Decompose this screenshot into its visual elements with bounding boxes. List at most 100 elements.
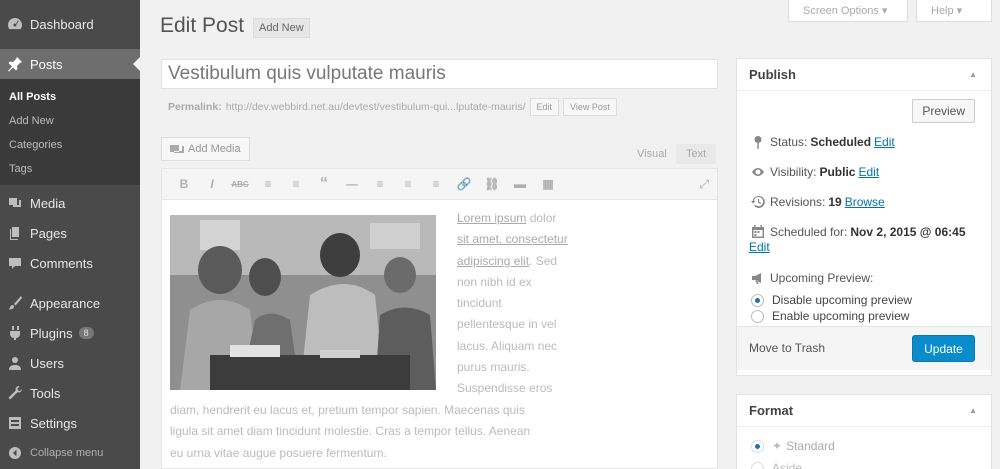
publish-box-footer: Move to Trash Update xyxy=(737,326,991,370)
editor-content[interactable]: Lorem ipsum dolor sit amet, consectetur … xyxy=(161,200,718,469)
disable-upcoming-radio[interactable]: Disable upcoming preview xyxy=(751,293,912,307)
post-body-full-text: diam, hendrerit eu lacus et, pretium tem… xyxy=(170,400,530,464)
post-body-side-text: Lorem ipsum dolor sit amet, consectetur … xyxy=(457,208,568,400)
insert-link-button[interactable]: 🔗 xyxy=(450,177,478,191)
permalink-label: Permalink: xyxy=(168,101,222,113)
horizontal-line-button[interactable]: — xyxy=(338,177,366,191)
posts-submenu: All Posts Add New Categories Tags xyxy=(0,79,140,185)
align-center-button[interactable]: ≡ xyxy=(394,177,422,191)
wrench-icon xyxy=(6,384,24,402)
admin-sidebar: Dashboard Posts All Posts Add New Catego… xyxy=(0,0,140,469)
plugin-icon xyxy=(6,324,24,342)
sidebar-item-media[interactable]: Media xyxy=(0,188,140,218)
submenu-add-new[interactable]: Add New xyxy=(0,109,140,133)
numbered-list-button[interactable]: ≡ xyxy=(282,177,310,191)
align-left-button[interactable]: ≡ xyxy=(366,177,394,191)
align-right-button[interactable]: ≡ xyxy=(422,177,450,191)
history-icon xyxy=(749,195,767,209)
publish-box-header[interactable]: Publish ▲ xyxy=(737,59,991,91)
collapse-menu-button[interactable]: Collapse menu xyxy=(0,438,140,468)
submenu-categories[interactable]: Categories xyxy=(0,133,140,157)
settings-icon xyxy=(6,414,24,432)
sidebar-item-label: Posts xyxy=(30,56,63,72)
browse-revisions-link[interactable]: Browse xyxy=(845,195,885,209)
preview-button[interactable]: Preview xyxy=(912,99,975,123)
side-line-0: Lorem ipsum dolor xyxy=(457,211,557,225)
scheduled-date: Nov 2, 2015 @ 06:45 xyxy=(850,225,966,239)
radio-unselected[interactable] xyxy=(751,461,764,469)
sidebar-item-settings[interactable]: Settings xyxy=(0,408,140,438)
tab-visual[interactable]: Visual xyxy=(630,144,674,164)
sidebar-item-tools[interactable]: Tools xyxy=(0,378,140,408)
sidebar-item-label: Comments xyxy=(30,255,93,271)
move-to-trash-link[interactable]: Move to Trash xyxy=(749,341,825,355)
plugins-update-badge: 8 xyxy=(78,327,94,339)
side-line-6: lacus. Aliquam nec xyxy=(457,338,558,353)
collapse-menu-label: Collapse menu xyxy=(30,447,104,459)
blockquote-button[interactable]: “ xyxy=(310,175,338,193)
italic-button[interactable]: I xyxy=(198,177,226,191)
sidebar-item-comments[interactable]: Comments xyxy=(0,248,140,278)
permalink-row: Permalink: http://dev.webbird.net.au/dev… xyxy=(168,98,617,116)
post-image[interactable] xyxy=(170,215,436,390)
publish-box: Publish ▲ Preview Status: Scheduled Edit… xyxy=(736,58,992,376)
sidebar-item-pages[interactable]: Pages xyxy=(0,218,140,248)
toolbar-toggle-button[interactable]: ▦ xyxy=(534,177,562,191)
paintbrush-icon xyxy=(6,294,24,312)
submenu-all-posts[interactable]: All Posts xyxy=(0,85,140,109)
screen-options-button[interactable]: Screen Options ▾ xyxy=(788,0,908,22)
radio-selected[interactable] xyxy=(751,293,764,307)
sidebar-item-label: Appearance xyxy=(30,295,101,311)
format-aside-radio[interactable]: Aside xyxy=(751,461,802,469)
megaphone-icon xyxy=(749,271,767,285)
permalink-url[interactable]: http://dev.webbird.net.au/devtest/vestib… xyxy=(226,101,526,113)
sidebar-item-label: Tools xyxy=(30,385,61,401)
post-title-input[interactable]: Vestibulum quis vulputate mauris xyxy=(161,59,718,89)
sidebar-item-posts[interactable]: Posts xyxy=(0,49,140,79)
pin-icon: ✦ xyxy=(772,439,783,453)
update-button[interactable]: Update xyxy=(912,335,975,362)
sidebar-item-label: Pages xyxy=(30,225,67,241)
side-line-5: pellentesque in vel xyxy=(457,317,557,332)
media-icon xyxy=(6,194,24,212)
users-icon xyxy=(6,354,24,372)
read-more-button[interactable]: ▬ xyxy=(506,177,534,191)
add-media-icon xyxy=(170,145,184,153)
sidebar-item-appearance[interactable]: Appearance xyxy=(0,288,140,318)
sidebar-item-dashboard[interactable]: Dashboard xyxy=(0,9,140,39)
upcoming-preview-row: Upcoming Preview: xyxy=(749,271,873,285)
pin-icon xyxy=(6,55,24,73)
enable-upcoming-radio[interactable]: Enable upcoming preview xyxy=(751,309,909,323)
add-new-button[interactable]: Add New xyxy=(253,18,310,38)
radio-selected[interactable] xyxy=(751,439,764,453)
fullscreen-icon[interactable]: ⤢ xyxy=(699,177,709,192)
view-post-button[interactable]: View Post xyxy=(563,98,617,116)
tab-text[interactable]: Text xyxy=(676,144,717,164)
visibility-value: Public xyxy=(819,165,856,179)
format-box-header[interactable]: Format ▲ xyxy=(737,395,991,427)
status-row: Status: Scheduled Edit xyxy=(749,135,895,149)
status-edit-link[interactable]: Edit xyxy=(874,135,895,149)
sidebar-item-users[interactable]: Users xyxy=(0,348,140,378)
schedule-edit-link[interactable]: Edit xyxy=(749,240,984,254)
sidebar-item-plugins[interactable]: Plugins 8 xyxy=(0,318,140,348)
permalink-edit-button[interactable]: Edit xyxy=(529,98,560,116)
help-button[interactable]: Help ▾ xyxy=(916,0,992,22)
pages-icon xyxy=(6,224,24,242)
strikethrough-button[interactable]: ABC xyxy=(226,180,254,189)
bullet-list-button[interactable]: ≡ xyxy=(254,177,282,191)
remove-link-button[interactable]: ⛓ xyxy=(478,177,506,191)
collapse-triangle-icon[interactable]: ▲ xyxy=(969,70,977,79)
radio-unselected[interactable] xyxy=(751,309,764,323)
collapse-arrow-icon xyxy=(6,444,24,462)
submenu-tags[interactable]: Tags xyxy=(0,157,140,181)
collapse-triangle-icon[interactable]: ▲ xyxy=(969,406,977,415)
side-line-1: sit amet, consectetur xyxy=(457,232,568,247)
full-line-1: ligula sit amet diam tincidunt molestie.… xyxy=(170,424,531,439)
eye-icon xyxy=(749,165,767,179)
bold-button[interactable]: B xyxy=(170,177,198,191)
format-standard-radio[interactable]: ✦ Standard xyxy=(751,439,835,453)
full-line-2: eu urna vitae augue posuere fermentum. xyxy=(170,445,387,460)
add-media-button[interactable]: Add Media xyxy=(161,137,250,161)
visibility-edit-link[interactable]: Edit xyxy=(858,165,879,179)
